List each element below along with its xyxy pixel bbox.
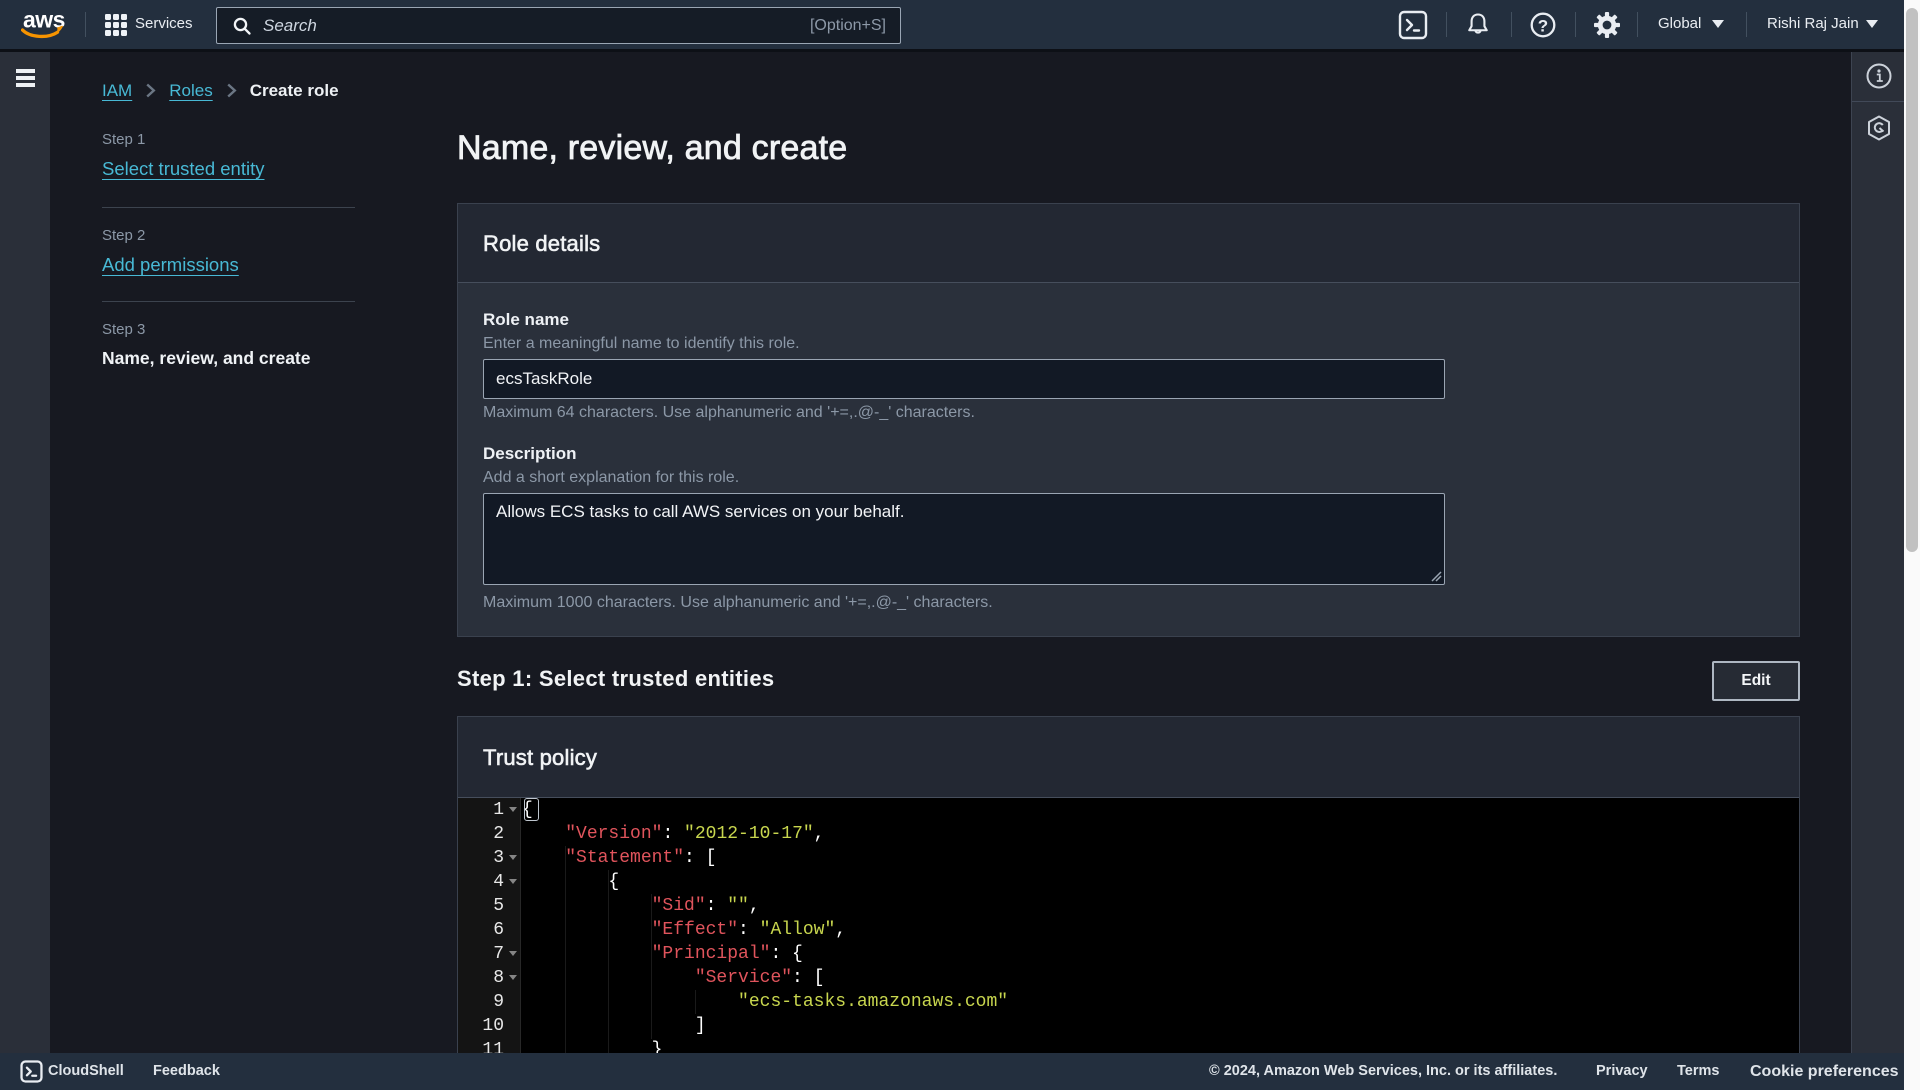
svg-text:?: ? xyxy=(1538,17,1548,36)
